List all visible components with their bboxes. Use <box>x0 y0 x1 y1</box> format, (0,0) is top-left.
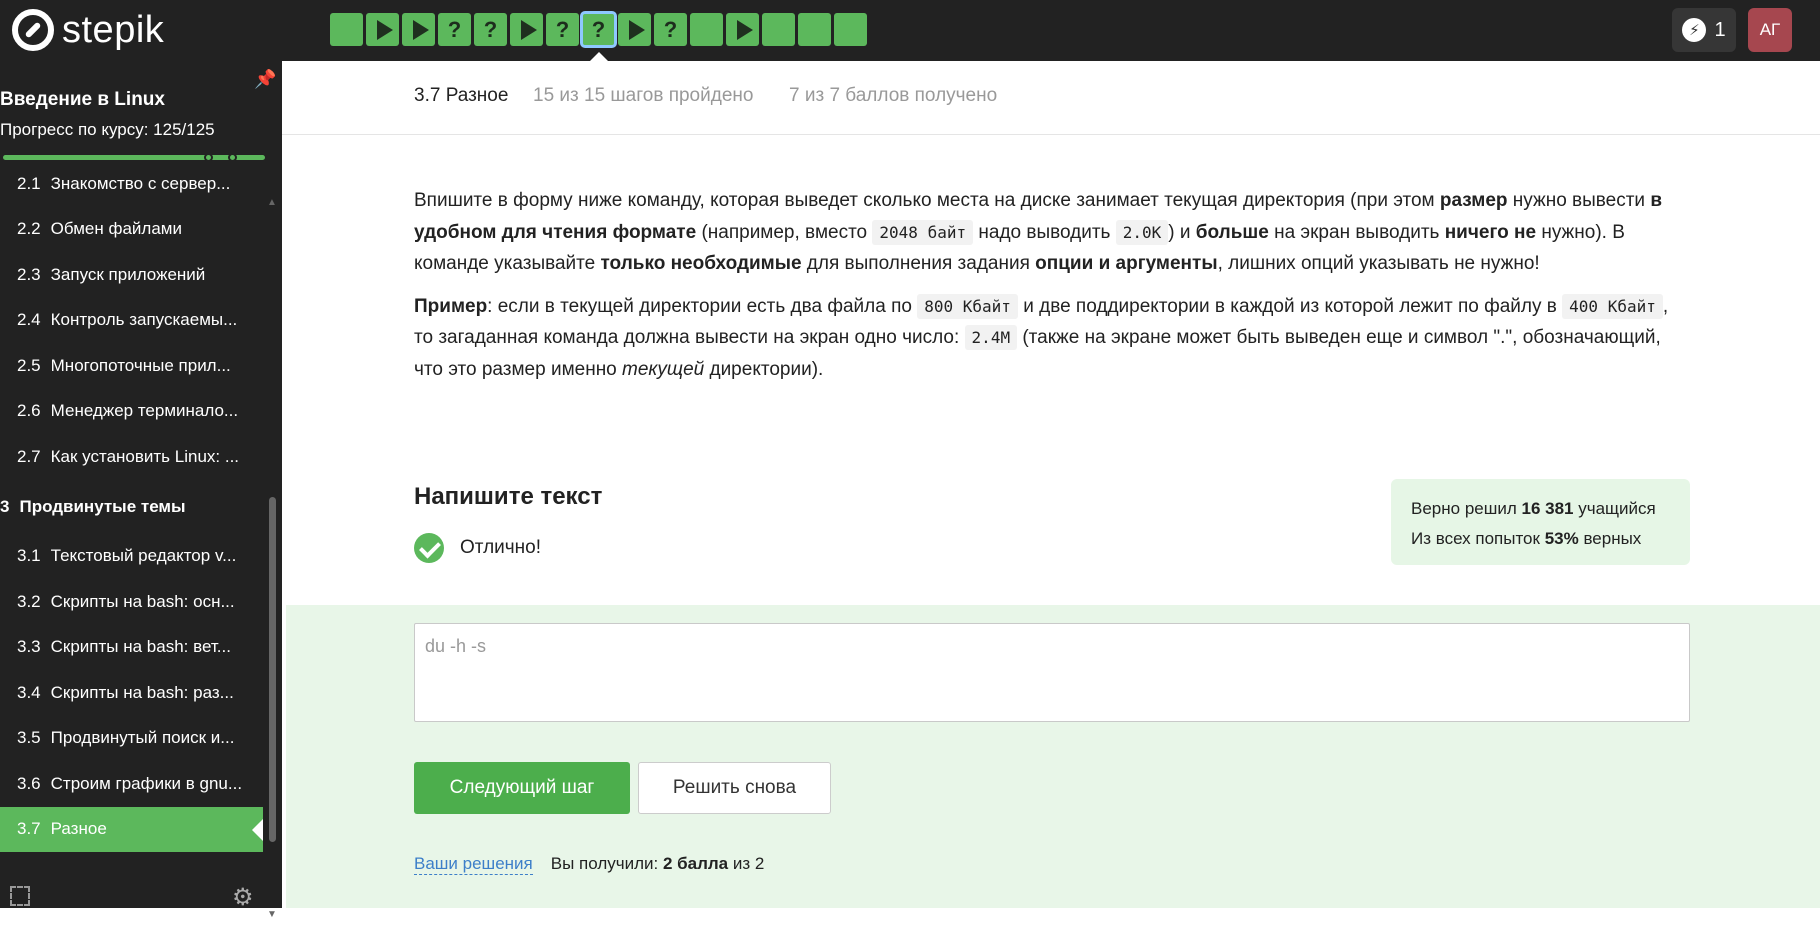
sidebar-item-3-3[interactable]: 3.3 Скрипты на bash: вет... <box>0 625 263 671</box>
course-sidebar: 📌 Введение в Linux Прогресс по курсу: 12… <box>0 61 282 920</box>
your-solutions-link[interactable]: Ваши решения <box>414 854 533 875</box>
step-10-quiz[interactable]: ? <box>654 13 687 46</box>
stats-accuracy: Из всех попыток 53% верных <box>1411 529 1642 548</box>
solve-stats: Верно решил 16 381 учащийся Из всех попы… <box>1391 479 1690 565</box>
scroll-up-icon[interactable]: ▲ <box>267 197 277 208</box>
step-5-quiz[interactable]: ? <box>474 13 507 46</box>
sidebar-item-3-2[interactable]: 3.2 Скрипты на bash: осн... <box>0 579 263 625</box>
sidebar-item-2-3[interactable]: 2.3 Запуск приложений <box>0 252 263 298</box>
sidebar-item-2-2[interactable]: 2.2 Обмен файлами <box>0 207 263 253</box>
step-2-video[interactable] <box>366 13 399 46</box>
stepik-logo-icon <box>12 9 54 51</box>
sidebar-item-3-4[interactable]: 3.4 Скрипты на bash: раз... <box>0 670 263 716</box>
energy-count: 1 <box>1714 18 1726 41</box>
check-icon <box>414 533 444 563</box>
lesson-score: 7 из 7 баллов получено <box>789 85 998 106</box>
brand-name: stepik <box>62 8 165 51</box>
sidebar-item-2-4[interactable]: 2.4 Контроль запускаемы... <box>0 298 263 344</box>
pin-icon[interactable]: 📌 <box>254 69 276 91</box>
sidebar-item-2-5[interactable]: 2.5 Многопоточные прил... <box>0 343 263 389</box>
status-text: Отлично! <box>460 537 542 558</box>
step-14-text[interactable] <box>798 13 831 46</box>
sidebar-item-label: Скрипты на bash: осн... <box>50 591 235 611</box>
answer-area: du -h -s Следующий шаг Решить снова Ваши… <box>286 605 1820 908</box>
sidebar-item-3-7[interactable]: 3.7 Разное <box>0 806 263 852</box>
inline-code: 400 Кбайт <box>1562 293 1663 319</box>
step-8-quiz[interactable]: ? <box>580 11 617 48</box>
step-13-text[interactable] <box>762 13 795 46</box>
task-paragraph-1: Впишите в форму ниже команду, которая вы… <box>414 190 1663 274</box>
scroll-thumb[interactable] <box>269 497 276 842</box>
result-status: Отлично! <box>414 533 541 563</box>
sidebar-item-label: Разное <box>50 819 107 839</box>
retry-button[interactable]: Решить снова <box>638 762 831 814</box>
sidebar-item-label: Многопоточные прил... <box>50 355 231 375</box>
step-4-quiz[interactable]: ? <box>438 13 471 46</box>
inline-code: 2.4M <box>964 325 1018 350</box>
sidebar-item-3-5[interactable]: 3.5 Продвинутый поиск и... <box>0 716 263 762</box>
task-heading: Напишите текст <box>414 483 603 510</box>
step-6-video[interactable] <box>510 13 543 46</box>
section-header[interactable]: 3 Продвинутые темы <box>0 480 263 534</box>
sidebar-item-3-1[interactable]: 3.1 Текстовый редактор v... <box>0 534 263 580</box>
sidebar-item-label: Обмен файлами <box>50 219 182 239</box>
step-navigation: ????? <box>330 11 870 48</box>
stepik-logo[interactable]: stepik <box>12 8 164 52</box>
inline-code: 2048 байт <box>872 219 974 245</box>
sidebar-item-label: Контроль запускаемы... <box>50 310 238 330</box>
next-step-button[interactable]: Следующий шаг <box>414 762 630 814</box>
course-progress-label: Прогресс по курсу: 125/125 <box>0 120 215 139</box>
step-3-video[interactable] <box>402 13 435 46</box>
result-text: Вы получили: 2 балла из 2 <box>550 854 765 873</box>
sidebar-item-label: Строим графики в gnu... <box>50 773 243 793</box>
sidebar-item-2-6[interactable]: 2.6 Менеджер терминало... <box>0 389 263 435</box>
top-bar: stepik ????? ⚡ 1 АГ <box>0 0 1820 61</box>
sidebar-item-2-7[interactable]: 2.7 Как установить Linux: ... <box>0 434 263 480</box>
active-step-pointer <box>590 52 608 61</box>
lesson-list: 2.1 Знакомство с сервер... 2.2 Обмен файлам… <box>0 161 263 852</box>
sidebar-item-3-6[interactable]: 3.6 Строим графики в gnu... <box>0 761 263 807</box>
lesson-title: 3.7 Разное <box>414 85 509 106</box>
lightning-icon: ⚡ <box>1682 18 1707 42</box>
task-paragraph-2: Пример: если в текущей директории есть д… <box>414 293 1669 380</box>
step-12-video[interactable] <box>726 13 759 46</box>
sidebar-item-label: Текстовый редактор v... <box>50 546 237 566</box>
stats-solved: Верно решил 16 381 учащийся <box>1411 499 1656 518</box>
sidebar-item-label: Знакомство с сервер... <box>50 173 231 193</box>
lesson-steps-progress: 15 из 15 шагов пройдено <box>533 85 754 106</box>
inline-code: 800 Кбайт <box>917 293 1018 319</box>
inline-code: 2.0K <box>1115 219 1169 245</box>
task-description: Впишите в форму ниже команду, которая вы… <box>414 185 1686 396</box>
sidebar-item-label: Как установить Linux: ... <box>50 446 240 466</box>
sidebar-item-label: Скрипты на bash: раз... <box>50 682 234 702</box>
answer-textarea[interactable]: du -h -s <box>414 623 1690 722</box>
course-progress-bar <box>3 155 265 160</box>
course-title[interactable]: Введение в Linux <box>0 89 165 111</box>
sidebar-item-2-1[interactable]: 2.1 Знакомство с сервер... <box>0 161 263 207</box>
sidebar-item-label: Запуск приложений <box>50 264 206 284</box>
sidebar-item-label: Менеджер терминало... <box>50 401 239 421</box>
step-1-text[interactable] <box>330 13 363 46</box>
expand-icon[interactable] <box>10 886 30 906</box>
user-avatar[interactable]: АГ <box>1748 8 1792 52</box>
sidebar-item-label: Продвинутый поиск и... <box>50 728 235 748</box>
sidebar-item-label: Скрипты на bash: вет... <box>50 637 231 657</box>
step-9-video[interactable] <box>618 13 651 46</box>
sidebar-scrollbar[interactable]: ▲ ▼ <box>266 197 278 927</box>
lesson-content: 3.7 Разное 15 из 15 шагов пройдено 7 из … <box>282 61 1820 908</box>
submission-footer: Ваши решения Вы получили: 2 балла из 2 <box>414 854 764 875</box>
step-15-text[interactable] <box>834 13 867 46</box>
step-7-quiz[interactable]: ? <box>546 13 579 46</box>
step-11-text[interactable] <box>690 13 723 46</box>
scroll-down-icon[interactable]: ▼ <box>267 909 277 920</box>
energy-counter[interactable]: ⚡ 1 <box>1672 8 1736 52</box>
lesson-header: 3.7 Разное 15 из 15 шагов пройдено 7 из … <box>282 61 1820 135</box>
